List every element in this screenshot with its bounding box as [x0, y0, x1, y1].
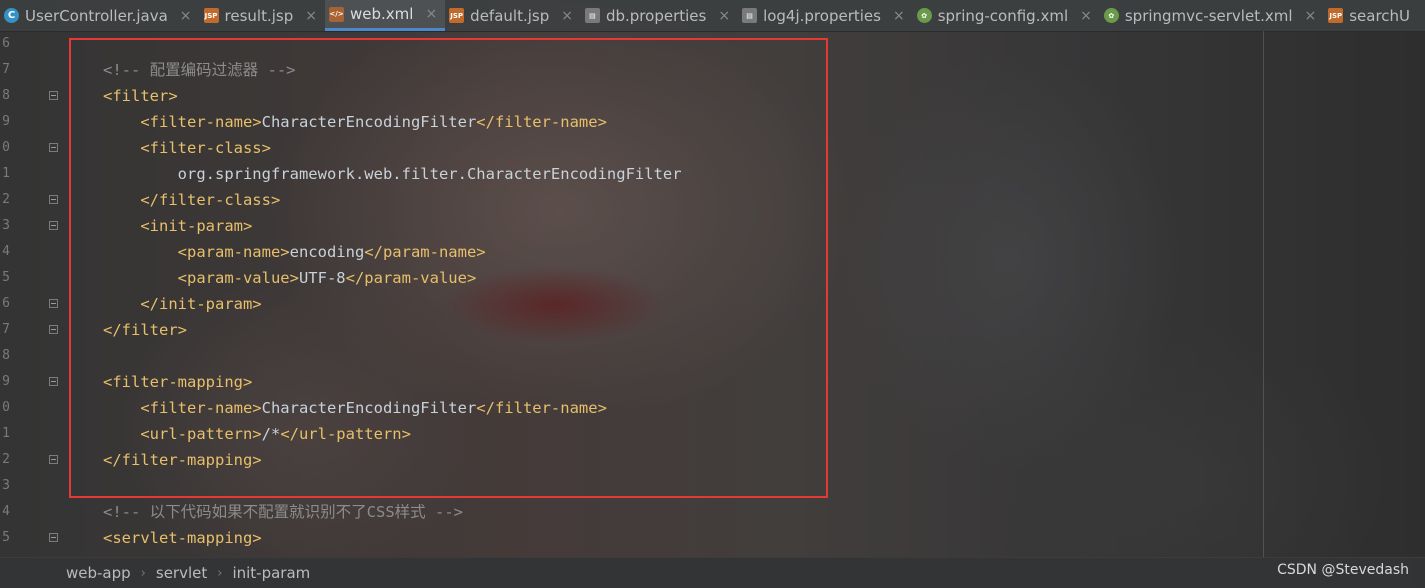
breadcrumb-item-servlet[interactable]: servlet — [146, 564, 217, 582]
line-number: 9 — [2, 374, 10, 389]
watermark: CSDN @Stevedash — [1277, 562, 1409, 578]
tab-log4j-properties[interactable]: ▤ log4j.properties × — [738, 0, 913, 31]
line-number: 5 — [2, 270, 10, 285]
fold-toggle-icon[interactable] — [49, 377, 58, 386]
code-line[interactable]: <servlet-mapping> — [103, 525, 262, 551]
close-icon[interactable]: × — [425, 6, 437, 22]
line-number: 2 — [2, 192, 10, 207]
line-number: 3 — [2, 478, 10, 493]
tab-label: db.properties — [605, 6, 707, 25]
line-number: 3 — [2, 218, 10, 233]
line-number: 7 — [2, 322, 10, 337]
close-icon[interactable]: × — [718, 8, 730, 24]
line-number: 4 — [2, 504, 10, 519]
xml-tag: <servlet-mapping> — [103, 529, 262, 547]
fold-toggle-icon[interactable] — [49, 299, 58, 308]
tab-springmvc-servlet-xml[interactable]: ✿ springmvc-servlet.xml × — [1100, 0, 1324, 31]
tab-label: springmvc-servlet.xml — [1124, 6, 1293, 25]
tab-label: web.xml — [349, 5, 414, 23]
tab-label: UserController.java — [25, 6, 168, 25]
line-number-gutter: 6 7 8 9 0 1 2 3 4 5 6 7 8 9 0 1 2 3 4 5 — [0, 31, 26, 557]
fold-toggle-icon[interactable] — [49, 325, 58, 334]
xml-file-icon: </> — [328, 6, 344, 22]
tab-web-xml[interactable]: </> web.xml × — [324, 0, 446, 31]
breadcrumb: web-app › servlet › init-param — [0, 557, 1425, 588]
tab-usercontroller-java[interactable]: C UserController.java × — [0, 0, 200, 31]
tab-label: searchU — [1349, 6, 1411, 25]
jsp-file-icon: JSP — [203, 8, 219, 23]
close-icon[interactable]: × — [893, 8, 905, 24]
line-number: 7 — [2, 62, 10, 77]
line-number: 4 — [2, 244, 10, 259]
editor-tab-bar: C UserController.java × JSP result.jsp × </> we… — [0, 0, 1425, 32]
tab-label: result.jsp — [224, 6, 294, 25]
close-icon[interactable]: × — [305, 8, 317, 24]
fold-toggle-icon[interactable] — [49, 533, 58, 542]
tab-label: log4j.properties — [763, 6, 881, 25]
fold-toggle-icon[interactable] — [49, 143, 58, 152]
fold-toggle-icon[interactable] — [49, 91, 58, 100]
line-number: 6 — [2, 36, 10, 51]
line-number: 6 — [2, 296, 10, 311]
properties-file-icon: ▤ — [584, 8, 600, 23]
fold-toggle-icon[interactable] — [49, 195, 58, 204]
tab-default-jsp[interactable]: JSP default.jsp × — [445, 0, 581, 31]
line-number: 8 — [2, 88, 10, 103]
line-number: 5 — [2, 530, 10, 545]
tab-spring-config-xml[interactable]: ✿ spring-config.xml × — [913, 0, 1100, 31]
close-icon[interactable]: × — [561, 8, 573, 24]
jsp-file-icon: JSP — [449, 8, 465, 23]
tab-result-jsp[interactable]: JSP result.jsp × — [200, 0, 325, 31]
tab-label: spring-config.xml — [937, 6, 1069, 25]
right-margin-guide — [1263, 31, 1264, 557]
tab-searchu[interactable]: JSP searchU — [1324, 0, 1418, 31]
line-number: 8 — [2, 348, 10, 363]
line-number: 1 — [2, 166, 10, 181]
fold-toggle-icon[interactable] — [49, 455, 58, 464]
tab-db-properties[interactable]: ▤ db.properties × — [581, 0, 738, 31]
spring-xml-icon: ✿ — [1103, 8, 1119, 23]
line-number: 0 — [2, 140, 10, 155]
highlight-annotation-box — [69, 38, 828, 498]
tab-label: default.jsp — [470, 6, 550, 25]
java-class-icon: C — [4, 8, 19, 23]
close-icon[interactable]: × — [1080, 8, 1092, 24]
breadcrumb-item-init-param[interactable]: init-param — [222, 564, 320, 582]
line-number: 9 — [2, 114, 10, 129]
close-icon[interactable]: × — [180, 8, 192, 24]
line-number: 0 — [2, 400, 10, 415]
spring-xml-icon: ✿ — [916, 8, 932, 23]
xml-comment: <!-- 以下代码如果不配置就识别不了CSS样式 --> — [103, 503, 463, 521]
code-line[interactable]: <!-- 以下代码如果不配置就识别不了CSS样式 --> — [103, 499, 463, 525]
line-number: 1 — [2, 426, 10, 441]
jsp-file-icon: JSP — [1328, 8, 1344, 23]
breadcrumb-item-web-app[interactable]: web-app — [0, 564, 141, 582]
properties-file-icon: ▤ — [742, 8, 758, 23]
fold-toggle-icon[interactable] — [49, 221, 58, 230]
line-number: 2 — [2, 452, 10, 467]
close-icon[interactable]: × — [1305, 8, 1317, 24]
